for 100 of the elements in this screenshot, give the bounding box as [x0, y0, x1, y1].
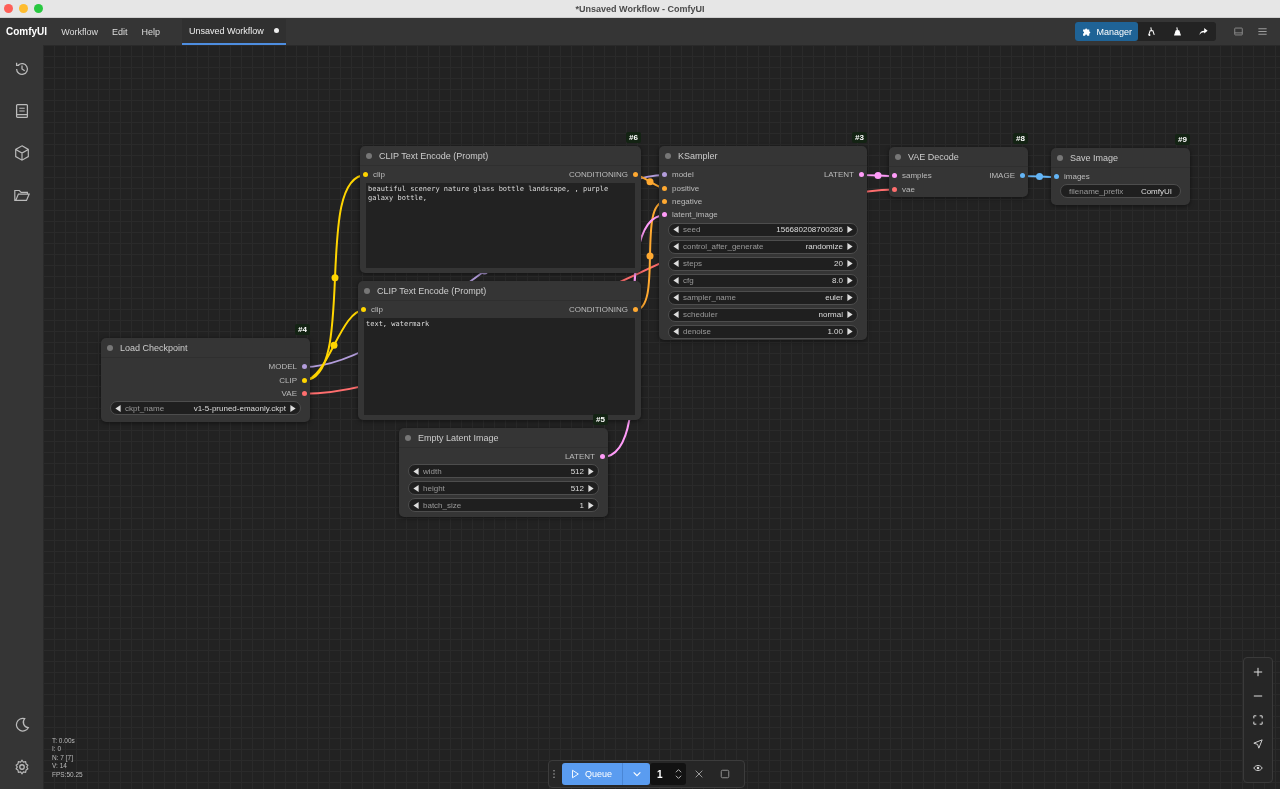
share-icon [1197, 26, 1209, 37]
input-slot[interactable] [662, 198, 667, 204]
output-slot[interactable] [600, 454, 605, 460]
manager-button[interactable]: Manager [1075, 22, 1138, 41]
output-slot[interactable] [302, 390, 307, 396]
drag-handle-icon[interactable] [552, 769, 556, 779]
input-slot[interactable] [892, 186, 897, 192]
right-arrow-icon[interactable] [847, 243, 853, 251]
node-id-badge: #9 [1175, 134, 1190, 145]
left-arrow-icon[interactable] [413, 484, 419, 492]
slot-label: IMAGE [989, 171, 1015, 181]
tab-label: Unsaved Workflow [189, 25, 264, 36]
output-slot[interactable] [1020, 173, 1025, 179]
node-id-badge: #5 [593, 414, 608, 425]
square-icon [720, 769, 731, 779]
right-arrow-icon[interactable] [588, 467, 594, 475]
input-slot[interactable] [892, 173, 897, 179]
slot-label: CLIP [279, 375, 297, 385]
window-title: *Unsaved Workflow - ComfyUI [575, 3, 705, 14]
slot-label: positive [672, 183, 700, 193]
collapse-toggle[interactable] [366, 152, 372, 159]
slot-label: MODEL [268, 362, 297, 372]
slot-label: clip [373, 170, 385, 180]
collapse-toggle[interactable] [665, 152, 671, 159]
slot-label: clip [371, 305, 383, 315]
right-arrow-icon[interactable] [847, 260, 853, 268]
left-arrow-icon[interactable] [673, 294, 679, 302]
right-arrow-icon[interactable] [847, 294, 853, 302]
right-arrow-icon[interactable] [847, 311, 853, 319]
right-arrow-icon[interactable] [290, 404, 296, 412]
combo-input[interactable]: scheduler normal [668, 307, 858, 322]
input-slot[interactable] [662, 172, 667, 178]
collapse-toggle[interactable] [1057, 154, 1063, 161]
right-arrow-icon[interactable] [847, 226, 853, 234]
slot-label: images [1064, 172, 1090, 182]
combo-input[interactable]: control_after_generate randomize [668, 239, 858, 254]
batch-count-field[interactable]: 1 [650, 763, 687, 785]
menu-item[interactable]: Help [141, 26, 160, 37]
slot-label: CONDITIONING [568, 170, 628, 180]
node-title: Load Checkpoint [120, 342, 188, 353]
plus-icon [1253, 667, 1263, 677]
input-slot[interactable] [662, 212, 667, 218]
left-arrow-icon[interactable] [673, 328, 679, 336]
right-arrow-icon[interactable] [588, 484, 594, 492]
node-id-badge: #4 [295, 324, 310, 335]
left-arrow-icon[interactable] [413, 467, 419, 475]
slot-label: vae [902, 184, 915, 194]
right-arrow-icon[interactable] [847, 328, 853, 336]
fit-icon [1253, 715, 1263, 725]
node-title: Save Image [1070, 152, 1119, 163]
node-title: CLIP Text Encode (Prompt) [377, 285, 487, 296]
workflow-tab[interactable]: Unsaved Workflow [182, 18, 286, 45]
right-arrow-icon[interactable] [847, 277, 853, 285]
input-slot[interactable] [363, 172, 368, 178]
combo-input[interactable]: ckpt_name v1-5-pruned-emaonly.ckpt [110, 401, 301, 416]
left-arrow-icon[interactable] [673, 311, 679, 319]
combo-input[interactable]: sampler_name euler [668, 290, 858, 305]
text-input[interactable]: filename_prefix ComfyUI [1060, 184, 1181, 199]
left-arrow-icon[interactable] [673, 226, 679, 234]
number-input[interactable]: steps 20 [668, 256, 858, 271]
slot-label: samples [902, 171, 932, 181]
left-arrow-icon[interactable] [673, 243, 679, 251]
left-arrow-icon[interactable] [673, 277, 679, 285]
input-slot[interactable] [662, 185, 667, 191]
output-slot[interactable] [633, 172, 638, 178]
collapse-toggle[interactable] [364, 287, 370, 294]
slot-label: LATENT [823, 170, 854, 180]
collapse-toggle[interactable] [107, 344, 113, 351]
slot-label: model [672, 170, 694, 180]
output-slot[interactable] [633, 307, 638, 313]
number-input[interactable]: width 512 [408, 464, 599, 479]
input-slot[interactable] [361, 307, 366, 313]
output-slot[interactable] [859, 172, 864, 178]
number-input[interactable]: seed 156680208700286 [668, 222, 858, 237]
left-arrow-icon[interactable] [115, 404, 121, 412]
node-title: Empty Latent Image [418, 432, 499, 443]
right-arrow-icon[interactable] [588, 501, 594, 509]
node-title: VAE Decode [908, 151, 959, 162]
slot-label: CONDITIONING [568, 305, 628, 315]
spinner-arrows-icon[interactable] [675, 767, 683, 781]
node-id-badge: #3 [852, 132, 867, 143]
menu-item[interactable]: Edit [111, 26, 128, 37]
output-slot[interactable] [302, 377, 307, 383]
slot-label: LATENT [564, 452, 595, 462]
play-icon [570, 769, 580, 779]
collapse-toggle[interactable] [895, 153, 901, 160]
output-slot[interactable] [302, 364, 307, 370]
number-input[interactable]: batch_size 1 [408, 498, 599, 513]
queue-options-button[interactable] [622, 763, 651, 785]
left-arrow-icon[interactable] [673, 260, 679, 268]
number-input[interactable]: height 512 [408, 481, 599, 496]
input-slot[interactable] [1054, 174, 1059, 180]
menu-item[interactable]: Workflow [61, 26, 98, 37]
node-title: KSampler [678, 150, 718, 161]
collapse-toggle[interactable] [405, 434, 411, 441]
close-icon [694, 769, 705, 779]
left-arrow-icon[interactable] [413, 501, 419, 509]
node-id-badge: #8 [1013, 133, 1028, 144]
number-input[interactable]: denoise 1.00 [668, 324, 858, 339]
number-input[interactable]: cfg 8.0 [668, 273, 858, 288]
